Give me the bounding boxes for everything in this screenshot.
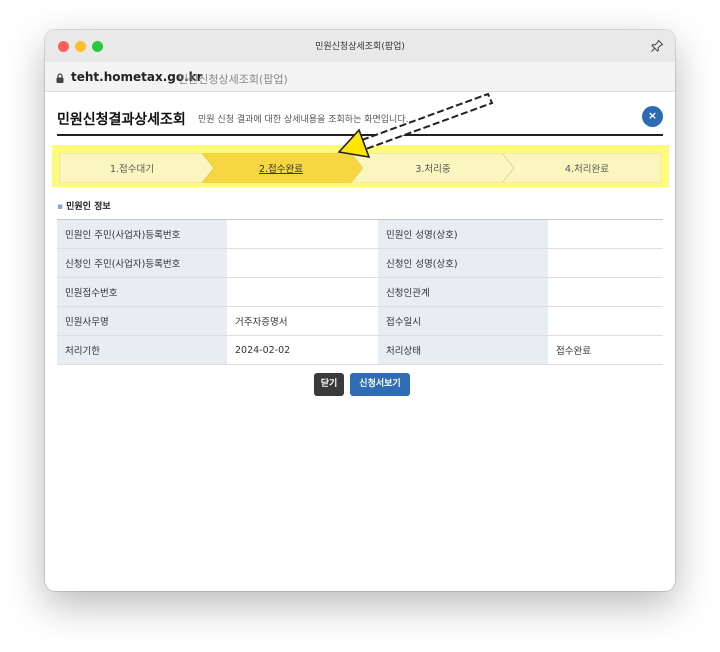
table-value-cell: 접수완료 [548, 335, 663, 365]
table-header-cell: 처리상태 [378, 335, 548, 365]
table-row: 처리기한 2024-02-02 처리상태 접수완료 [57, 335, 663, 365]
pin-icon[interactable] [649, 38, 665, 54]
table-header-cell: 민원인 성명(상호) [378, 219, 548, 249]
step-2-label[interactable]: 2.접수완료 [259, 163, 303, 175]
close-popup-button[interactable]: × [642, 106, 663, 127]
table-header-cell: 민원접수번호 [57, 277, 227, 307]
section-title: ▪ 민원인 정보 [57, 199, 111, 212]
table-row: 민원접수번호 신청인관계 [57, 277, 663, 307]
table-value-cell [548, 248, 663, 278]
close-button[interactable]: 닫기 [314, 373, 344, 396]
table-row: 민원인 주민(사업자)등록번호 민원인 성명(상호) [57, 219, 663, 249]
table-header-cell: 신청인 주민(사업자)등록번호 [57, 248, 227, 278]
close-icon: × [647, 109, 658, 122]
step-1-label: 1.접수대기 [110, 163, 154, 175]
step-3-label: 3.처리중 [415, 163, 451, 175]
table-value-cell [227, 248, 378, 278]
table-row: 신청인 주민(사업자)등록번호 신청인 성명(상호) [57, 248, 663, 278]
url-page-title: 민원신청상세조회(팝업) [178, 73, 288, 86]
table-header-cell: 처리기한 [57, 335, 227, 365]
step-4-label: 4.처리완료 [565, 163, 609, 175]
table-value-cell [548, 277, 663, 307]
section-bullet: ▪ [57, 202, 64, 212]
table-value-cell [548, 306, 663, 336]
popup-window: 민원신청상세조회(팝업) teht.hometax.go.kr 민원신청상세조회… [45, 30, 675, 591]
progress-steps: 1.접수대기 2.접수완료 3.처리중 4.처리완료 [59, 153, 661, 183]
table-value-cell [227, 277, 378, 307]
page-subtitle: 민원 신청 결과에 대한 상세내용을 조회하는 화면입니다. [198, 115, 409, 125]
table-header-cell: 민원사무명 [57, 306, 227, 336]
title-divider [57, 134, 663, 136]
table-value-cell: 거주자증명서 [227, 306, 378, 336]
table-header-cell: 접수일시 [378, 306, 548, 336]
table-value-cell: 2024-02-02 [227, 335, 378, 365]
table-header-cell: 신청인 성명(상호) [378, 248, 548, 278]
table-row: 민원사무명 거주자증명서 접수일시 [57, 306, 663, 336]
window-title: 민원신청상세조회(팝업) [315, 42, 405, 52]
lock-icon [56, 73, 64, 83]
page-title: 민원신청결과상세조회 [57, 112, 186, 128]
table-header-cell: 민원인 주민(사업자)등록번호 [57, 219, 227, 249]
view-application-button[interactable]: 신청서보기 [350, 373, 410, 396]
title-bar: 민원신청상세조회(팝업) [45, 30, 675, 62]
section-title-text: 민원인 정보 [66, 202, 111, 212]
applicant-info-table: 민원인 주민(사업자)등록번호 민원인 성명(상호) 신청인 주민(사업자)등록… [57, 219, 663, 365]
table-value-cell [227, 219, 378, 249]
table-value-cell [548, 219, 663, 249]
address-bar[interactable]: teht.hometax.go.kr 민원신청상세조회(팝업) [45, 62, 675, 92]
table-header-cell: 신청인관계 [378, 277, 548, 307]
